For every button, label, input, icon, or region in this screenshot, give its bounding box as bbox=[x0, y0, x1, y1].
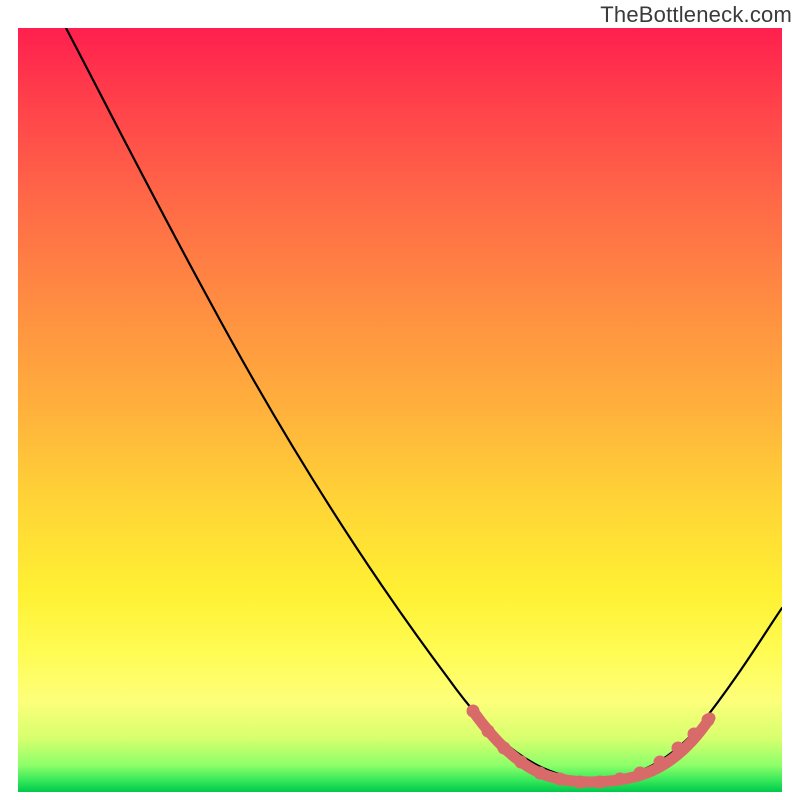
highlight-dots bbox=[467, 705, 715, 789]
attribution-text: TheBottleneck.com bbox=[600, 2, 792, 28]
curve-layer bbox=[18, 28, 782, 792]
main-curve bbox=[66, 28, 782, 779]
chart-frame: TheBottleneck.com bbox=[0, 0, 800, 800]
plot-area bbox=[18, 28, 782, 792]
